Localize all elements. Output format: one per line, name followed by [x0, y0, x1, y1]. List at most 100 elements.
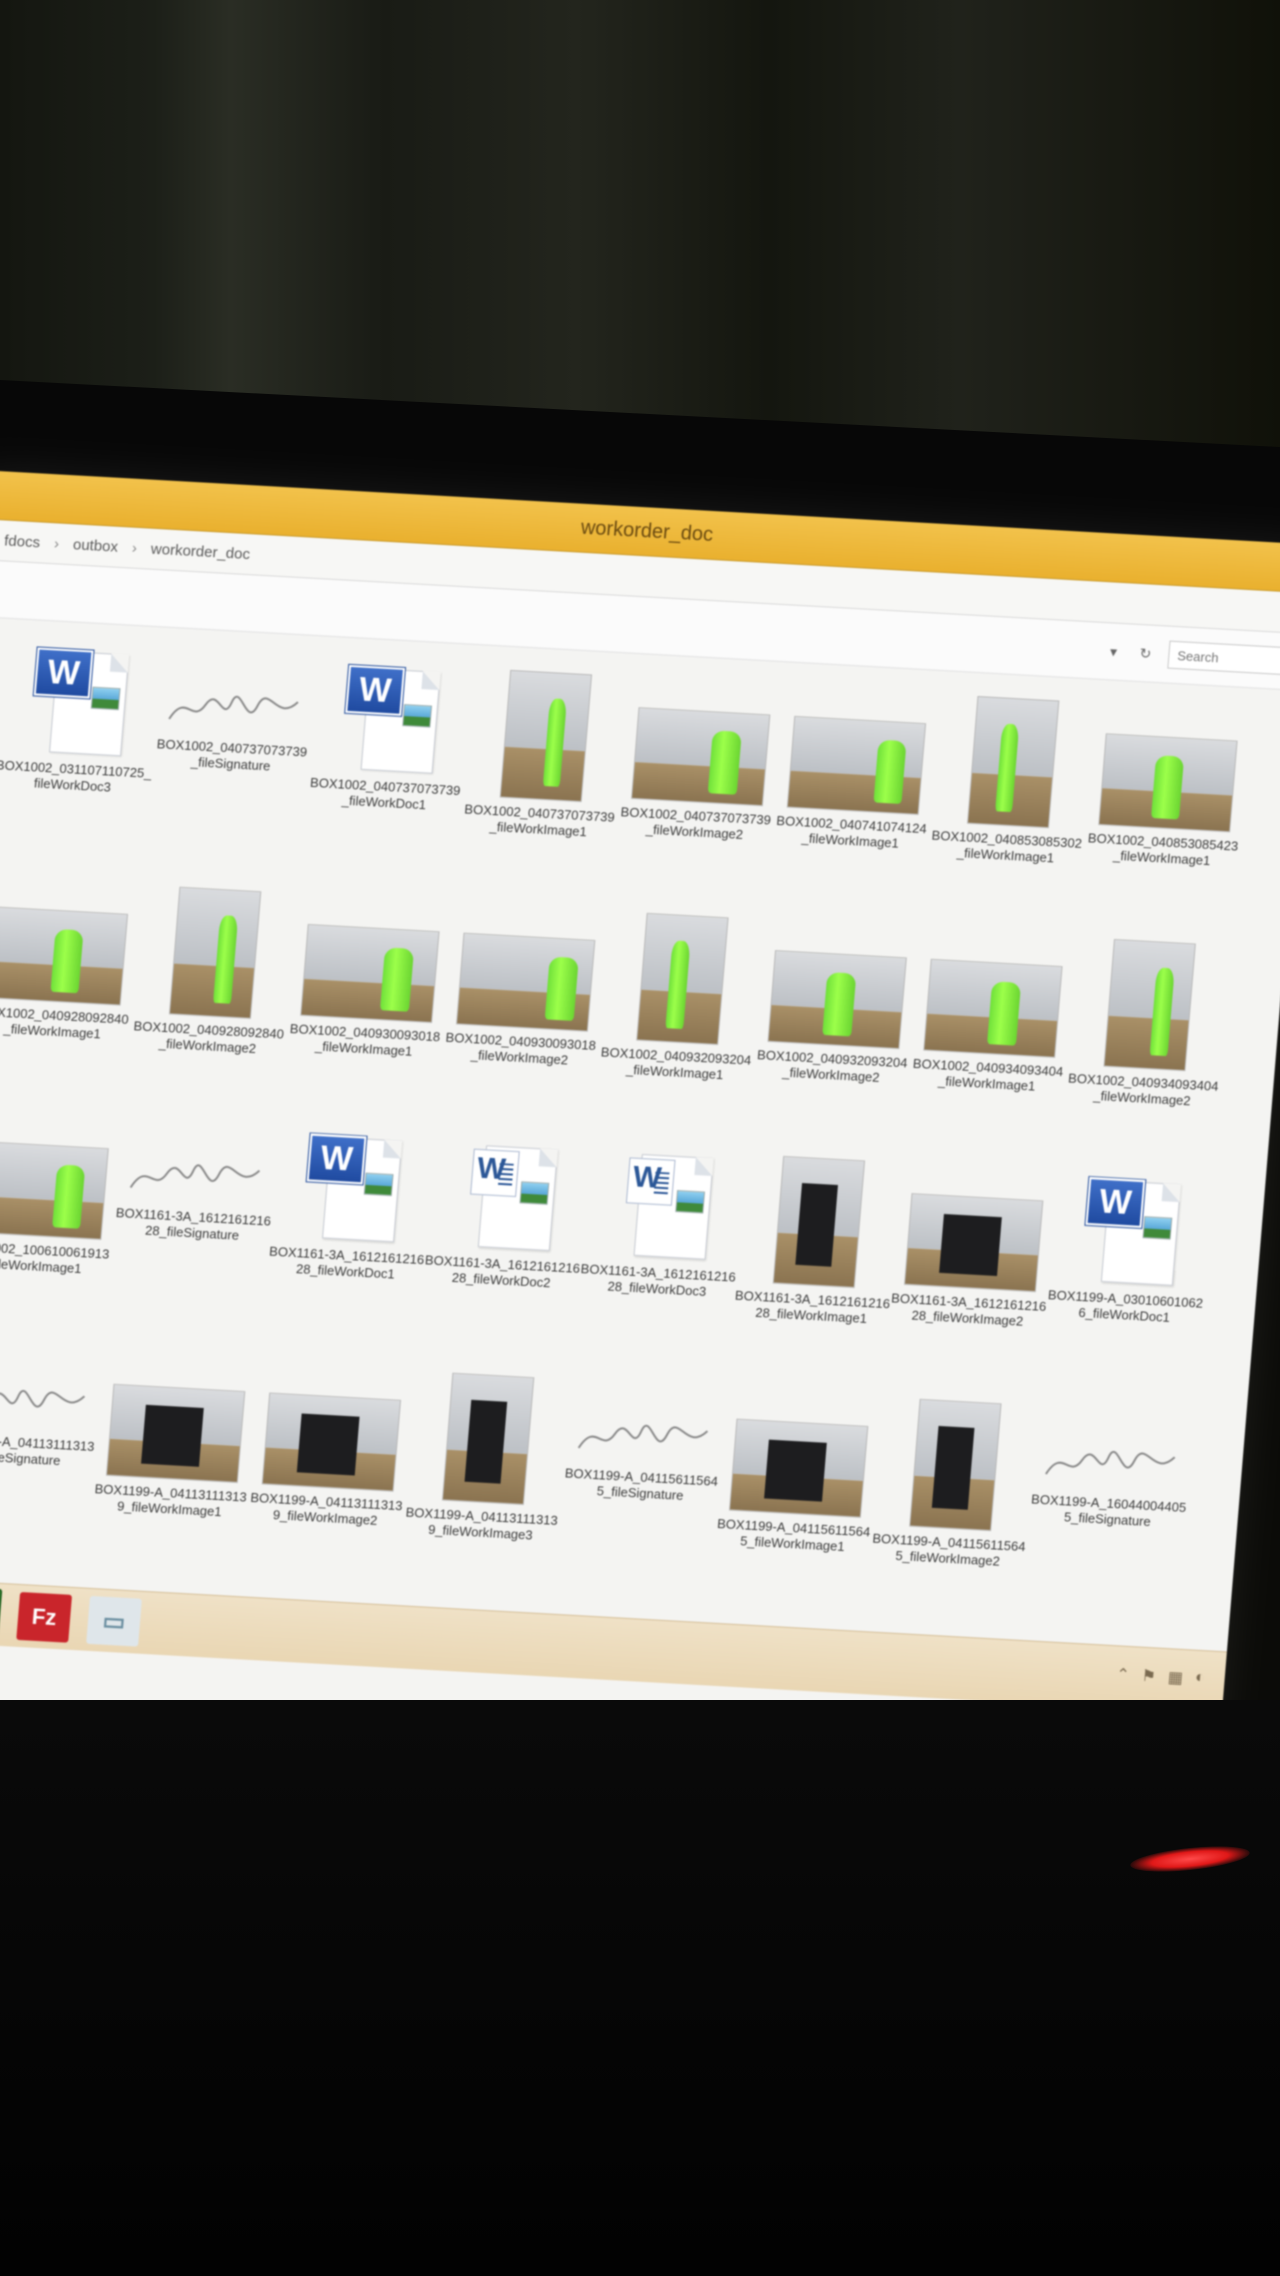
image-thumbnail	[1103, 939, 1196, 1072]
file-name-label: BOX1161-3A_161216121628_fileWorkDoc3	[580, 1260, 737, 1299]
file-name-label: BOX1199-A_041156115645_fileWorkImage2	[871, 1530, 1027, 1569]
chevron-right-icon: ›	[131, 539, 138, 557]
file-item[interactable]: BOX1161-3A_161216121628_fileWorkDoc2	[423, 1136, 591, 1292]
file-item[interactable]: BOX1002_040930093018_fileWorkImage1	[285, 893, 454, 1061]
dreamweaver-icon[interactable]: Dw	[0, 1585, 3, 1641]
file-item[interactable]: BOX1002_040928092840_fileWorkImage1	[0, 876, 142, 1044]
file-name-label: BOX1161-3A_161216121628_fileWorkImage2	[890, 1290, 1047, 1329]
file-item[interactable]: BOX1199-A_041156115645_fileWorkImage2	[869, 1397, 1038, 1571]
file-name-label: BOX1199-A_041156115645_fileWorkImage1	[716, 1515, 871, 1554]
file-item[interactable]: BOX1161-3A_161216121628_fileSignature	[114, 1119, 279, 1245]
file-item[interactable]: BOX1002_040932093204_fileWorkImage1	[596, 911, 765, 1085]
file-item[interactable]: W BOX1002_040737073739_fileWorkDoc1	[305, 659, 473, 815]
file-item[interactable]: BOX1002_040928092840_fileWorkImage2	[129, 885, 298, 1059]
breadcrumb-item[interactable]: fdocs	[4, 532, 41, 551]
up-arrow-icon[interactable]: ⌃	[1115, 1664, 1130, 1685]
file-name-label: BOX1199-A_041131113139_fileSignature	[0, 1430, 96, 1469]
word-document-icon: W	[1081, 1173, 1182, 1288]
file-grid: W BOX1002_031107110725_fileWorkDoc3 BOX100…	[0, 620, 1280, 1652]
file-item[interactable]: BOX1002_040737073739_fileSignature	[152, 650, 317, 776]
system-tray: ⌃ ⚑ ▦ ◐	[1115, 1664, 1205, 1689]
explorer-window: workorder_doc fdocs › outbox › workorder…	[0, 470, 1280, 1772]
file-name-label: BOX1002_040737073739_fileWorkImage2	[620, 804, 772, 843]
file-name-label: BOX1199-A_041131113139_fileWorkImage2	[249, 1489, 404, 1528]
file-name-label: BOX1199-A_030106010626_fileWorkDoc1	[1047, 1286, 1204, 1325]
file-item[interactable]: BOX1199-A_041131113139_fileWorkImage3	[402, 1371, 571, 1545]
image-thumbnail	[909, 1398, 1002, 1532]
signature-thumbnail	[125, 1149, 269, 1207]
image-thumbnail	[636, 912, 729, 1046]
word-document-icon: W	[340, 661, 441, 776]
file-item[interactable]: BOX1199-A_041131113139_fileWorkImage2	[247, 1362, 416, 1530]
file-item[interactable]: BOX1002_100610061913_fileWorkImage1	[0, 1110, 123, 1278]
file-item[interactable]: BOX1002_040853085423_fileWorkImage1	[1083, 703, 1252, 871]
file-item[interactable]: BOX1002_040932093204_fileWorkImage2	[752, 920, 921, 1088]
file-name-label: BOX1002_040853085423_fileWorkImage1	[1087, 830, 1239, 869]
file-name-label: BOX1161-3A_161216121628_fileWorkDoc1	[268, 1243, 425, 1282]
window-title: workorder_doc	[580, 516, 714, 546]
file-item[interactable]: BOX1002_040741074124_fileWorkImage1	[772, 685, 941, 853]
file-item[interactable]: BOX1002_040737073739_fileWorkImage2	[616, 677, 785, 845]
file-name-label: BOX1002_040928092840_fileWorkImage2	[133, 1018, 285, 1057]
signature-thumbnail	[163, 681, 307, 739]
image-thumbnail	[631, 707, 771, 807]
file-name-label: BOX1002_040932093204_fileWorkImage2	[756, 1047, 908, 1086]
signature-thumbnail	[1040, 1436, 1184, 1494]
file-item[interactable]: W BOX1002_031107110725_fileWorkDoc3	[0, 642, 162, 798]
file-item[interactable]: BOX1161-3A_161216121628_fileWorkImage2	[889, 1163, 1058, 1331]
file-item[interactable]: BOX1161-3A_161216121628_fileWorkDoc3	[578, 1145, 746, 1301]
file-item[interactable]: BOX1199-A_160440044055_fileSignature	[1029, 1406, 1194, 1532]
file-name-label: BOX1199-A_160440044055_fileSignature	[1030, 1491, 1187, 1529]
image-thumbnail	[0, 906, 129, 1006]
file-item[interactable]: BOX1161-3A_161216121628_fileWorkImage1	[733, 1154, 902, 1328]
image-thumbnail	[923, 958, 1063, 1058]
file-name-label: BOX1002_040928092840_fileWorkImage1	[0, 1003, 130, 1042]
network-icon[interactable]: ▦	[1167, 1667, 1184, 1688]
image-thumbnail	[105, 1383, 246, 1483]
image-thumbnail	[904, 1193, 1044, 1293]
file-name-label: BOX1002_040737073739_fileSignature	[156, 736, 308, 774]
breadcrumb-item[interactable]: workorder_doc	[150, 540, 250, 562]
image-thumbnail	[168, 886, 262, 1019]
file-name-label: BOX1199-A_041131113139_fileWorkImage3	[405, 1504, 559, 1543]
flag-icon[interactable]: ⚑	[1141, 1666, 1157, 1687]
image-thumbnail	[300, 924, 440, 1024]
file-name-label: BOX1002_040741074124_fileWorkImage1	[775, 813, 928, 851]
breadcrumb-item[interactable]: outbox	[72, 536, 118, 555]
file-name-label: BOX1002_040930093018_fileWorkImage1	[289, 1021, 441, 1060]
file-name-label: BOX1002_031107110725_fileWorkDoc3	[0, 757, 153, 795]
file-item[interactable]: BOX1002_040934093404_fileWorkImage1	[908, 928, 1077, 1096]
file-item[interactable]: BOX1002_040934093404_fileWorkImage2	[1063, 937, 1232, 1111]
file-item[interactable]: W BOX1199-A_030106010626_fileWorkDoc1	[1046, 1171, 1214, 1327]
file-item[interactable]: BOX1199-A_041131113139_fileSignature	[0, 1345, 104, 1471]
volume-icon[interactable]: ◐	[1194, 1669, 1205, 1689]
file-name-label: BOX1161-3A_161216121628_fileSignature	[115, 1204, 272, 1243]
app-icon[interactable]: ▭	[86, 1595, 142, 1647]
file-item[interactable]: BOX1199-A_041156115645_fileWorkImage1	[714, 1388, 883, 1556]
file-item[interactable]: BOX1002_040853085302_fileWorkImage1	[927, 694, 1096, 868]
monitor-stand-area	[0, 1700, 1280, 2276]
image-thumbnail	[786, 715, 927, 815]
image-thumbnail	[767, 950, 907, 1050]
image-thumbnail	[261, 1392, 402, 1492]
file-item[interactable]: BOX1199-A_041131113139_fileWorkImage1	[91, 1353, 260, 1521]
file-item[interactable]: BOX1002_040930093018_fileWorkImage2	[441, 902, 610, 1070]
refresh-icon[interactable]: ↻	[1136, 644, 1155, 663]
file-name-label: BOX1161-3A_161216121628_fileWorkDoc2	[424, 1252, 581, 1291]
file-item[interactable]: BOX1002_040737073739_fileWorkImage1	[460, 668, 629, 842]
file-name-label: BOX1002_040737073739_fileWorkImage1	[463, 801, 616, 840]
file-name-label: BOX1199-A_041131113139_fileWorkImage1	[94, 1481, 248, 1520]
chevron-down-icon[interactable]: ▾	[1104, 642, 1123, 661]
signature-thumbnail	[0, 1375, 94, 1433]
file-item[interactable]: W BOX1161-3A_161216121628_fileWorkDoc1	[267, 1128, 435, 1284]
image-thumbnail	[455, 932, 596, 1032]
file-name-label: BOX1199-A_041156115645_fileSignature	[564, 1465, 719, 1503]
filezilla-icon[interactable]: Fz	[16, 1591, 73, 1643]
image-thumbnail	[1098, 733, 1238, 833]
file-name-label: BOX1002_100610061913_fileWorkImage1	[0, 1238, 110, 1276]
file-name-label: BOX1002_040934093404_fileWorkImage2	[1067, 1070, 1220, 1109]
image-thumbnail	[0, 1140, 109, 1240]
search-input[interactable]	[1167, 640, 1280, 676]
file-item[interactable]: BOX1199-A_041156115645_fileSignature	[562, 1379, 727, 1505]
word-document-icon: W	[29, 644, 130, 759]
